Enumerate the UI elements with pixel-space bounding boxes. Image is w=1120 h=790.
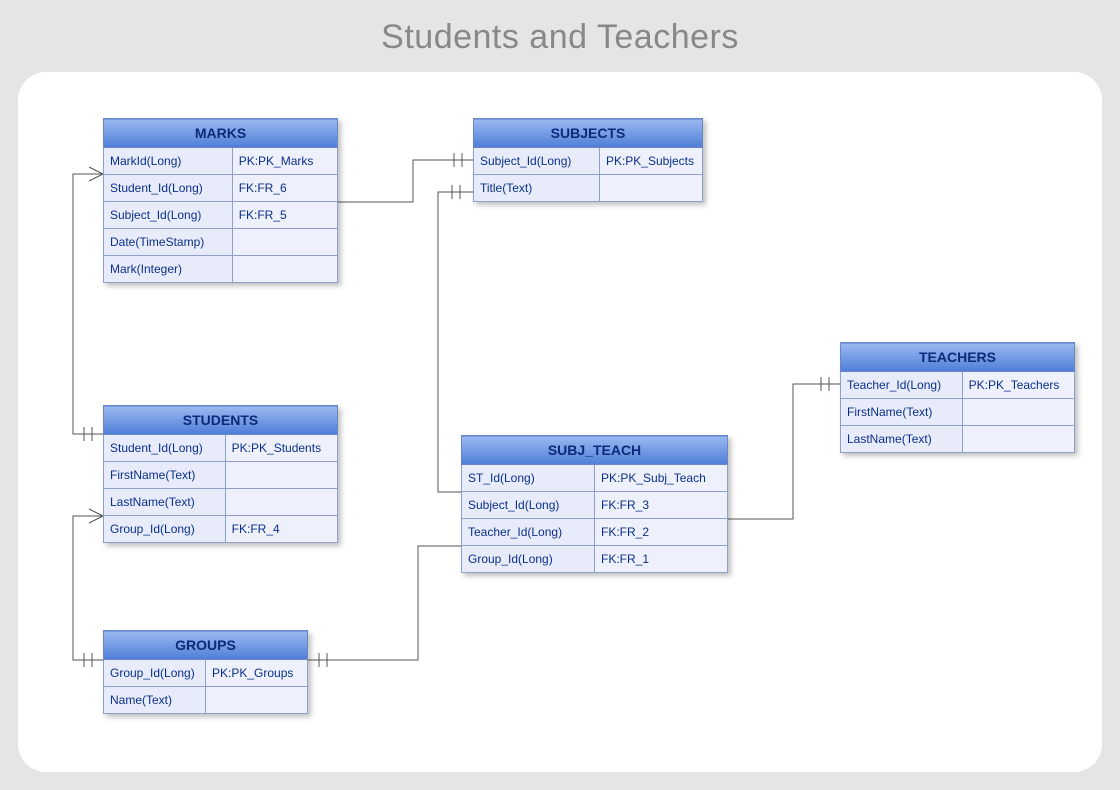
table-row: ST_Id(Long)PK:PK_Subj_Teach <box>462 465 728 492</box>
entity-teachers-header: TEACHERS <box>841 343 1075 372</box>
diagram-canvas: MARKS MarkId(Long)PK:PK_Marks Student_Id… <box>18 72 1102 772</box>
entity-subj-teach: SUBJ_TEACH ST_Id(Long)PK:PK_Subj_Teach S… <box>461 435 728 573</box>
table-row: Subject_Id(Long)FK:FR_5 <box>104 202 338 229</box>
table-row: Subject_Id(Long)FK:FR_3 <box>462 492 728 519</box>
entity-subjects: SUBJECTS Subject_Id(Long)PK:PK_Subjects … <box>473 118 703 202</box>
entity-teachers: TEACHERS Teacher_Id(Long)PK:PK_Teachers … <box>840 342 1075 453</box>
entity-students-header: STUDENTS <box>104 406 338 435</box>
table-row: LastName(Text) <box>841 426 1075 453</box>
table-row: Group_Id(Long)PK:PK_Groups <box>104 660 308 687</box>
table-row: Teacher_Id(Long)FK:FR_2 <box>462 519 728 546</box>
entity-students: STUDENTS Student_Id(Long)PK:PK_Students … <box>103 405 338 543</box>
table-row: LastName(Text) <box>104 489 338 516</box>
table-row: Subject_Id(Long)PK:PK_Subjects <box>474 148 703 175</box>
table-row: Name(Text) <box>104 687 308 714</box>
table-row: Title(Text) <box>474 175 703 202</box>
page: Students and Teachers <box>0 0 1120 790</box>
table-row: Student_Id(Long)PK:PK_Students <box>104 435 338 462</box>
table-row: Group_Id(Long)FK:FR_4 <box>104 516 338 543</box>
table-row: MarkId(Long)PK:PK_Marks <box>104 148 338 175</box>
entity-groups: GROUPS Group_Id(Long)PK:PK_Groups Name(T… <box>103 630 308 714</box>
table-row: FirstName(Text) <box>104 462 338 489</box>
entity-subj-teach-header: SUBJ_TEACH <box>462 436 728 465</box>
entity-subjects-header: SUBJECTS <box>474 119 703 148</box>
table-row: Teacher_Id(Long)PK:PK_Teachers <box>841 372 1075 399</box>
table-row: Student_Id(Long)FK:FR_6 <box>104 175 338 202</box>
table-row: Date(TimeStamp) <box>104 229 338 256</box>
table-row: Mark(Integer) <box>104 256 338 283</box>
entity-groups-header: GROUPS <box>104 631 308 660</box>
diagram-title: Students and Teachers <box>0 18 1120 57</box>
table-row: FirstName(Text) <box>841 399 1075 426</box>
entity-marks: MARKS MarkId(Long)PK:PK_Marks Student_Id… <box>103 118 338 283</box>
table-row: Group_Id(Long)FK:FR_1 <box>462 546 728 573</box>
entity-marks-header: MARKS <box>104 119 338 148</box>
